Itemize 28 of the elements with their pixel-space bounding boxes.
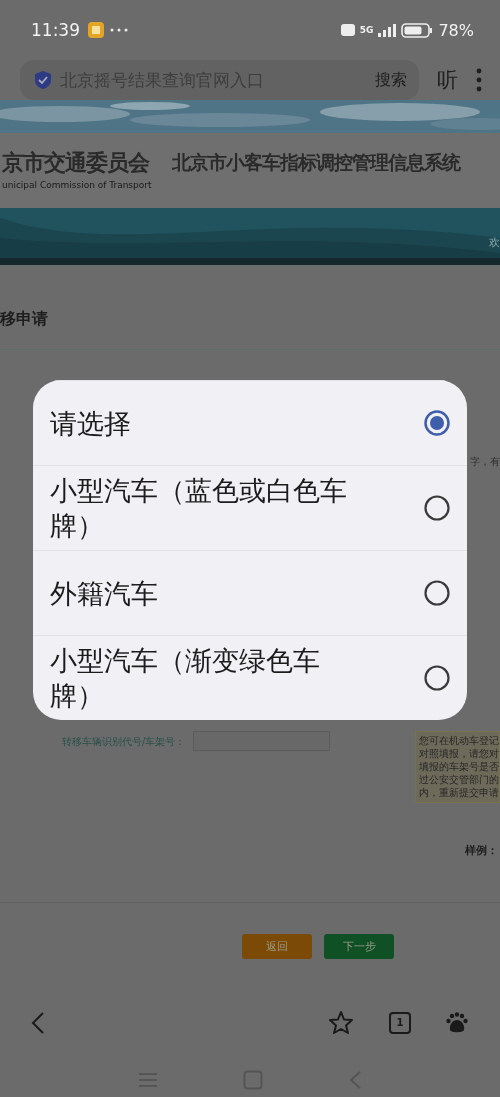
dropdown-option[interactable]: 小型汽车（渐变绿色车牌）	[33, 635, 467, 720]
dropdown-option[interactable]: 小型汽车（蓝色或白色车牌）	[33, 465, 467, 550]
hd-icon	[340, 24, 355, 36]
more-notifications-icon	[110, 28, 128, 32]
back-button[interactable]: 返回	[242, 934, 312, 959]
welcome-text: 欢	[489, 235, 500, 250]
organization-name: 京市交通委员会	[2, 149, 151, 177]
battery-icon	[401, 22, 434, 38]
more-menu-icon[interactable]	[476, 68, 482, 92]
clock-time: 11:39	[31, 20, 80, 40]
listen-button[interactable]: 听	[431, 66, 464, 94]
signal-icon	[378, 23, 397, 37]
star-icon[interactable]	[328, 1010, 354, 1035]
shield-check-icon	[34, 70, 52, 90]
organization-english-name: unicipal Commission of Transport	[2, 180, 152, 190]
system-title: 北京市小客车指标调控管理信息系统	[171, 151, 460, 175]
battery-percent: 78%	[438, 20, 474, 40]
search-button[interactable]: 搜索	[375, 69, 407, 91]
dropdown-option[interactable]: 请选择	[33, 380, 467, 465]
next-button[interactable]: 下一步	[324, 934, 394, 959]
dropdown-option[interactable]: 外籍汽车	[33, 550, 467, 635]
paw-icon[interactable]	[446, 1011, 468, 1034]
app-notification-icon	[88, 22, 104, 38]
network-type: 5G	[359, 25, 374, 35]
sample-label: 样例：	[464, 843, 499, 858]
tabs-button[interactable]: 1	[389, 1011, 411, 1034]
section-heading: 移申请	[0, 308, 49, 330]
back-icon[interactable]	[30, 1010, 46, 1035]
